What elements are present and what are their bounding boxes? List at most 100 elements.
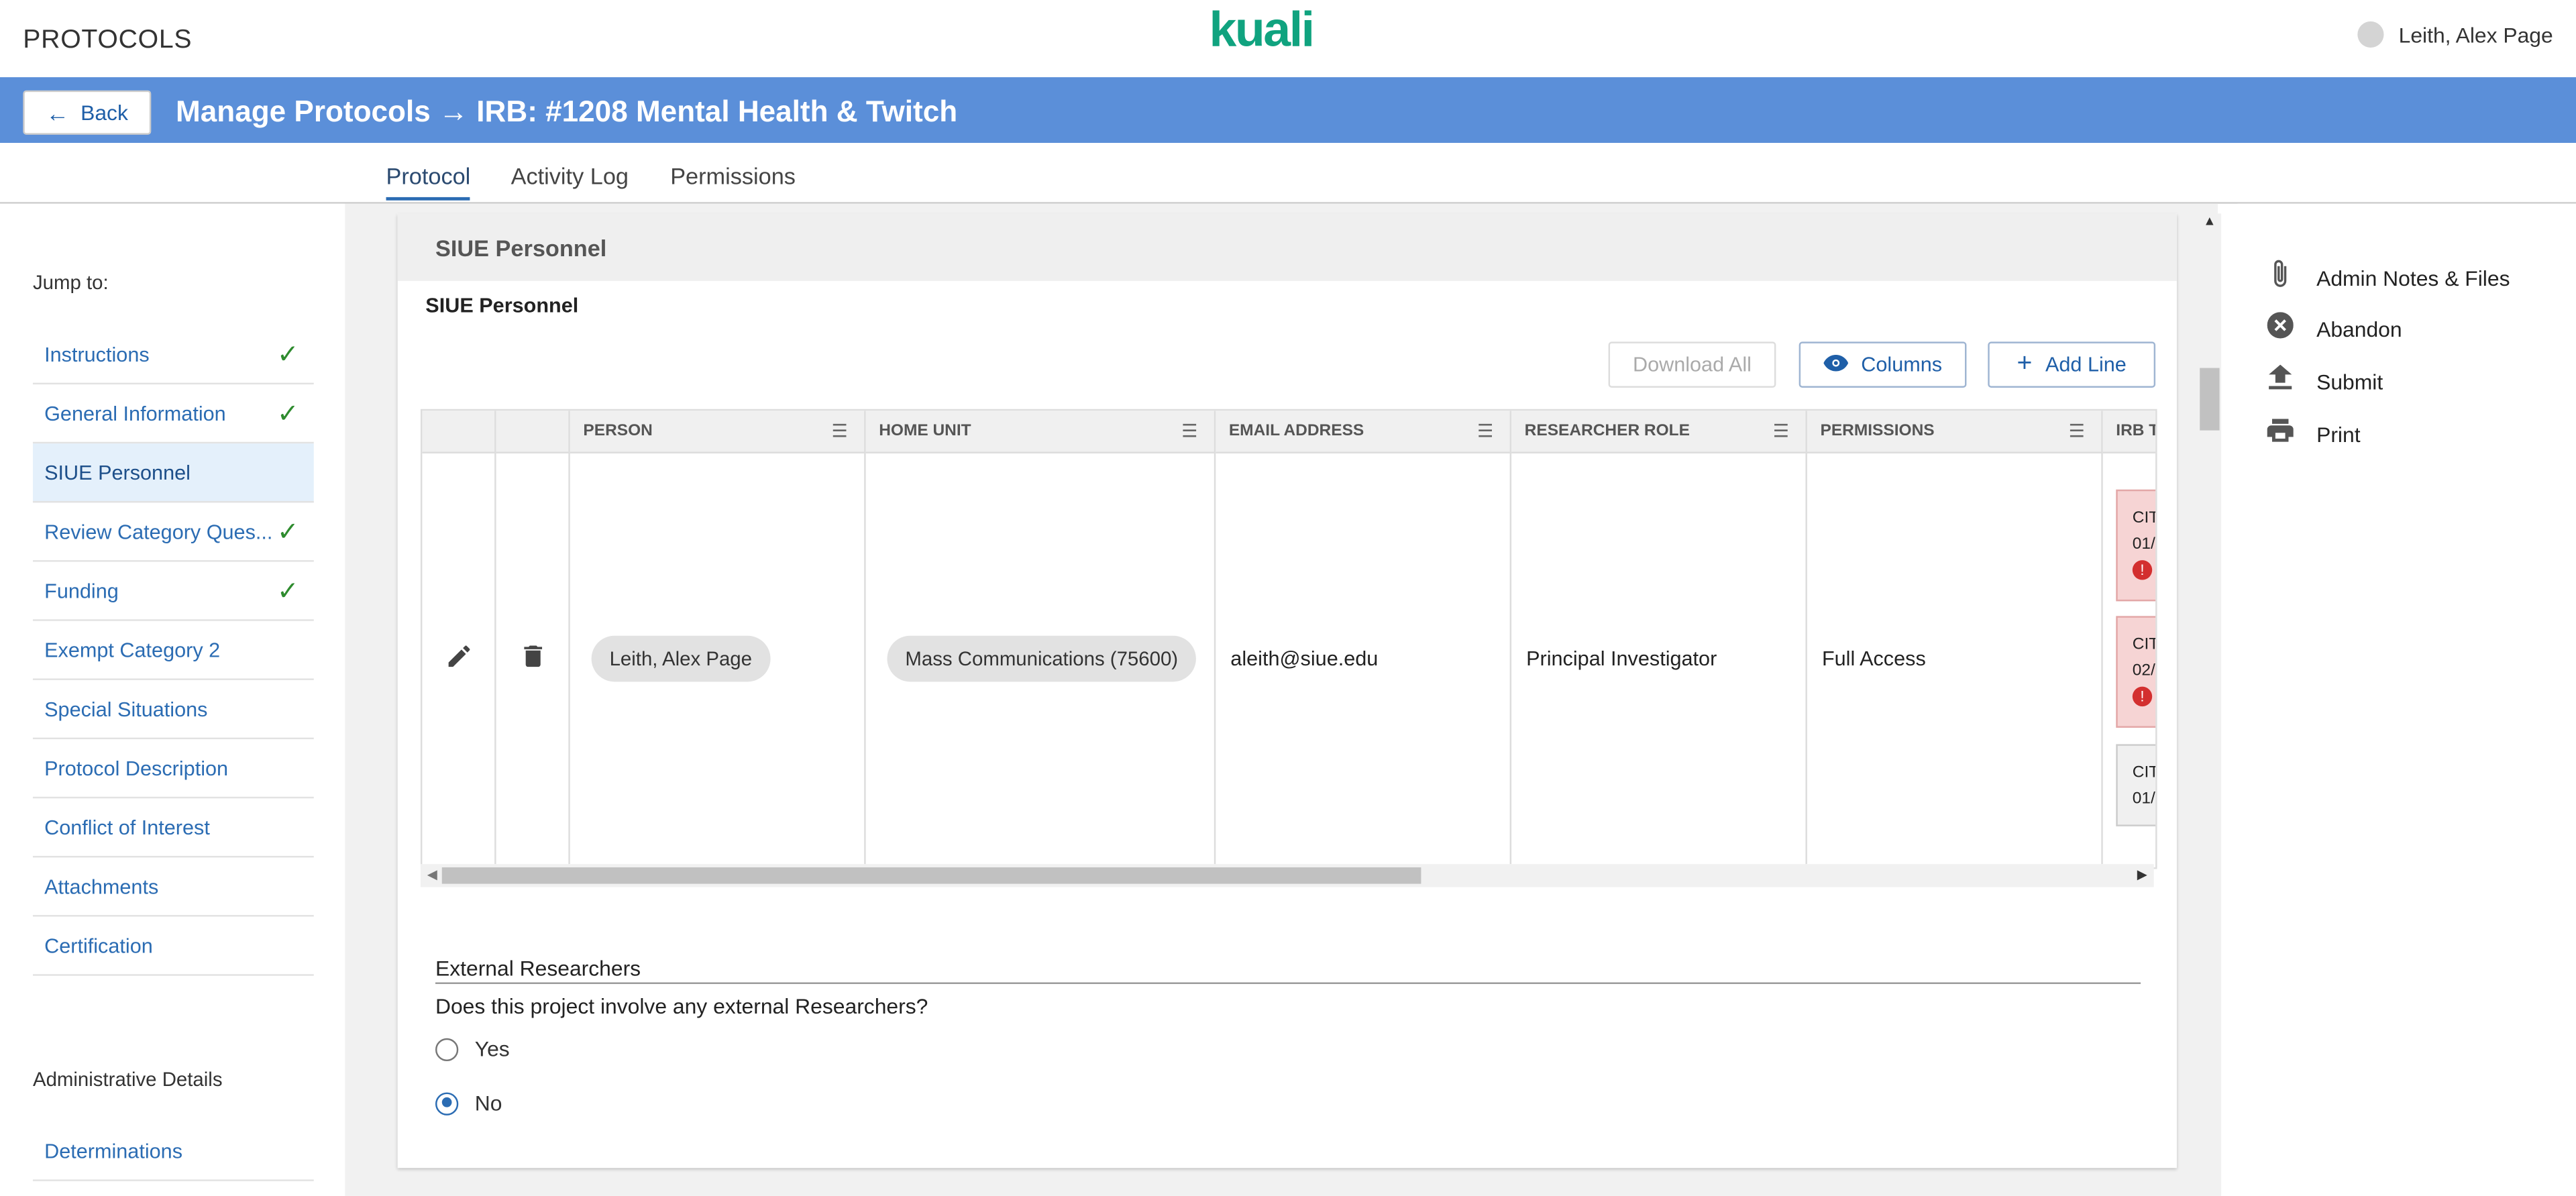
sidebar-item-general-information[interactable]: General Information ✓ — [32, 384, 314, 444]
tab-protocol[interactable]: Protocol — [386, 162, 471, 201]
sidebar-item-exempt-category-2[interactable]: Exempt Category 2 — [32, 621, 314, 680]
scrollbar-thumb[interactable] — [2200, 368, 2220, 431]
sidebar-item-label: General Information — [44, 401, 226, 425]
filter-icon[interactable]: ☰ — [1181, 411, 1197, 453]
radio-yes[interactable]: Yes — [435, 1036, 510, 1061]
scrollbar-thumb[interactable] — [441, 867, 1421, 884]
siue-personnel-section: SIUE Personnel SIUE Personnel Download A… — [397, 213, 2177, 1168]
table-horizontal-scrollbar[interactable]: ◀ ▶ — [420, 864, 2154, 887]
cell-person: Leith, Alex Page — [570, 453, 866, 865]
arrow-left-icon: ← — [46, 99, 69, 126]
section-header: SIUE Personnel — [397, 213, 2177, 281]
column-header-home-unit[interactable]: HOME UNIT ☰ — [865, 411, 1216, 453]
sidebar-item-label: Attachments — [44, 875, 159, 898]
edit-row-button[interactable] — [422, 453, 496, 865]
scroll-up-arrow-icon[interactable]: ▲ — [2203, 213, 2216, 228]
filter-icon[interactable]: ☰ — [2069, 411, 2085, 453]
cert-date: 01/ — [2132, 790, 2155, 808]
kuali-logo[interactable]: kuali — [1209, 3, 1315, 59]
radio-no[interactable]: No — [435, 1091, 502, 1116]
checkmark-icon: ✓ — [276, 577, 299, 606]
cell-researcher-role: Principal Investigator — [1511, 453, 1807, 865]
column-header-label: IRB T — [2116, 422, 2157, 441]
radio-button[interactable] — [435, 1037, 459, 1061]
user-name: Leith, Alex Page — [2398, 22, 2553, 47]
checkmark-icon: ✓ — [276, 341, 299, 369]
sidebar-item-attachments[interactable]: Attachments — [32, 857, 314, 917]
cell-home-unit: Mass Communications (75600) — [866, 453, 1216, 865]
pencil-icon — [447, 645, 470, 671]
sidebar-item-determinations[interactable]: Determinations — [32, 1122, 314, 1181]
person-chip[interactable]: Leith, Alex Page — [591, 635, 770, 682]
cell-permissions: Full Access — [1807, 453, 2103, 865]
table-header-edit — [422, 411, 496, 453]
delete-row-button[interactable] — [496, 453, 570, 865]
radio-button[interactable] — [435, 1091, 459, 1115]
top-bar: PROTOCOLS kuali Leith, Alex Page — [0, 0, 2576, 78]
radio-label: No — [474, 1091, 502, 1116]
sidebar-item-label: Funding — [44, 579, 119, 602]
checkmark-icon: ✓ — [276, 518, 299, 547]
admin-notes-files-action[interactable]: Admin Notes & Files — [2267, 260, 2510, 296]
main-vertical-scrollbar[interactable]: ▲ — [2198, 213, 2222, 1196]
section-nav-list: Instructions ✓ General Information ✓ SIUE … — [32, 325, 314, 976]
tab-permissions[interactable]: Permissions — [670, 162, 796, 188]
columns-label: Columns — [1861, 353, 1943, 376]
jump-to-sidebar: Jump to: Instructions ✓ General Informati… — [0, 203, 345, 1196]
column-header-person[interactable]: PERSON ☰ — [570, 411, 866, 453]
action-label: Admin Notes & Files — [2316, 265, 2510, 290]
page-title: Manage Protocols → IRB: #1208 Mental Hea… — [176, 95, 958, 129]
training-cert-card[interactable]: CIT 01/ — [2116, 744, 2156, 826]
sidebar-item-certification[interactable]: Certification — [32, 917, 314, 976]
column-header-label: HOME UNIT — [879, 422, 971, 441]
print-action[interactable]: Print — [2267, 419, 2361, 448]
sidebar-item-siue-personnel[interactable]: SIUE Personnel — [32, 443, 314, 503]
filter-icon[interactable]: ☰ — [1773, 411, 1789, 453]
add-line-button[interactable]: + Add Line — [1988, 341, 2156, 388]
sidebar-item-instructions[interactable]: Instructions ✓ — [32, 325, 314, 385]
paperclip-icon — [2267, 260, 2294, 296]
sidebar-item-protocol-description[interactable]: Protocol Description — [32, 739, 314, 799]
sidebar-item-conflict-of-interest[interactable]: Conflict of Interest — [32, 798, 314, 858]
back-button[interactable]: ← Back — [23, 90, 152, 135]
role-value: Principal Investigator — [1526, 647, 1717, 671]
column-header-label: PERMISSIONS — [1820, 422, 1935, 441]
abandon-action[interactable]: Abandon — [2267, 312, 2402, 345]
action-label: Abandon — [2316, 316, 2402, 341]
download-all-button[interactable]: Download All — [1608, 341, 1776, 388]
scroll-left-arrow-icon[interactable]: ◀ — [427, 864, 437, 887]
personnel-table-title: SIUE Personnel — [425, 294, 579, 317]
external-researchers-heading: External Researchers — [435, 956, 641, 981]
filter-icon[interactable]: ☰ — [1477, 411, 1493, 453]
tab-activity-log[interactable]: Activity Log — [511, 162, 629, 188]
column-header-email[interactable]: EMAIL ADDRESS ☰ — [1216, 411, 1512, 453]
personnel-table: PERSON ☰ HOME UNIT ☰ EMAIL ADDRESS ☰ RESEAR… — [420, 409, 2157, 869]
column-header-irb-training[interactable]: IRB T — [2102, 411, 2157, 453]
sidebar-item-label: Instructions — [44, 342, 150, 366]
home-unit-chip[interactable]: Mass Communications (75600) — [887, 635, 1197, 682]
action-label: Submit — [2316, 368, 2383, 394]
action-label: Print — [2316, 421, 2361, 446]
sidebar-item-label: Conflict of Interest — [44, 815, 210, 839]
sidebar-item-label: Review Category Ques... — [44, 520, 273, 543]
sidebar-item-label: Protocol Description — [44, 756, 229, 780]
user-menu[interactable]: Leith, Alex Page — [2357, 21, 2553, 48]
submit-action[interactable]: Submit — [2267, 364, 2383, 398]
training-cert-card[interactable]: CIT 02/ ! — [2116, 616, 2157, 728]
cert-title: CIT — [2132, 635, 2157, 654]
sidebar-item-special-situations[interactable]: Special Situations — [32, 680, 314, 740]
columns-button[interactable]: Columns — [1799, 341, 1967, 388]
column-header-researcher-role[interactable]: RESEARCHER ROLE ☰ — [1511, 411, 1807, 453]
cancel-circle-icon — [2267, 312, 2294, 345]
scroll-right-arrow-icon[interactable]: ▶ — [2137, 864, 2147, 887]
sidebar-item-review-category-questions[interactable]: Review Category Ques... ✓ — [32, 502, 314, 562]
column-header-permissions[interactable]: PERMISSIONS ☰ — [1807, 411, 2103, 453]
title-bar: ← Back Manage Protocols → IRB: #1208 Men… — [0, 77, 2576, 144]
checkmark-icon: ✓ — [276, 400, 299, 428]
filter-icon[interactable]: ☰ — [832, 411, 848, 453]
sidebar-item-label: Special Situations — [44, 697, 208, 720]
add-line-label: Add Line — [2045, 353, 2127, 376]
training-cert-card[interactable]: CIT 01/ ! — [2116, 489, 2156, 602]
app-name: PROTOCOLS — [23, 26, 193, 54]
sidebar-item-funding[interactable]: Funding ✓ — [32, 562, 314, 621]
